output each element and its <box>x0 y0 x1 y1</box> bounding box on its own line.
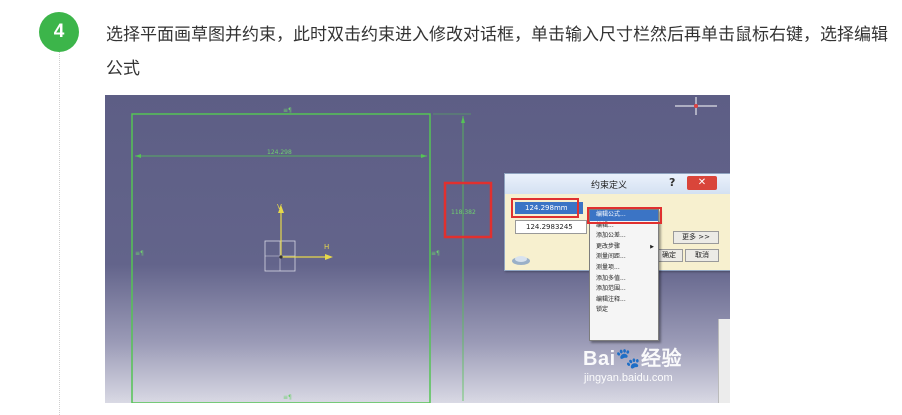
constraint-mark-right: ≡¶ <box>431 250 440 257</box>
close-button[interactable]: ✕ <box>687 176 717 190</box>
more-button[interactable]: 更多 >> <box>673 231 719 244</box>
watermark-logo: Bai🐾经验 <box>583 348 683 370</box>
menu-item-measure-item[interactable]: 测量项... <box>590 263 658 274</box>
menu-item-add-range[interactable]: 添加范围... <box>590 284 658 295</box>
help-button[interactable]: ? <box>669 176 675 189</box>
menu-item-measure-between[interactable]: 测量间距... <box>590 252 658 263</box>
baidu-watermark: Bai🐾经验 jingyan.baidu.com <box>583 342 682 384</box>
height-dim-arrow-top <box>461 116 465 123</box>
side-panel-edge <box>718 319 730 403</box>
preview-icon <box>512 256 530 265</box>
menu-item-edit-comment[interactable]: 编辑注释... <box>590 295 658 306</box>
step-guide-line <box>59 52 60 415</box>
width-dim-arrow-right <box>421 154 427 158</box>
menu-item-change-step[interactable]: 更改步骤 ▶ <box>590 242 658 253</box>
step-instruction-text: 选择平面画草图并约束，此时双击约束进入修改对话框，单击输入尺寸栏然后再单击鼠标右… <box>106 25 888 79</box>
watermark-url: jingyan.baidu.com <box>584 372 673 384</box>
constraint-mark-left: ≡¶ <box>135 250 144 257</box>
constraint-mark-bottom: ≡¶ <box>283 394 292 401</box>
menu-item-add-multi-value[interactable]: 添加多值... <box>590 274 658 285</box>
menu-item-add-tolerance[interactable]: 添加公差... <box>590 231 658 242</box>
h-axis-arrow <box>325 254 333 260</box>
context-menu: 编辑公式... 编辑... 添加公差... 更改步骤 ▶ 测量间距... 测量项.… <box>589 209 659 341</box>
constraint-mark-top: ≡¶ <box>283 107 292 114</box>
catia-screenshot: ≡¶ ≡¶ ≡¶ ≡¶ 124.298 118.382 V H 约束定义 ? ✕… <box>105 95 730 403</box>
submenu-arrow-icon: ▶ <box>650 243 654 250</box>
width-dimension-label[interactable]: 124.298 <box>267 149 292 156</box>
step-number-badge: 4 <box>39 12 79 52</box>
compass-dot <box>694 104 698 108</box>
menu-item-lock[interactable]: 锁定 <box>590 305 658 316</box>
edit-formula-highlight <box>587 207 662 224</box>
cancel-button[interactable]: 取消 <box>685 249 719 262</box>
menu-item-change-step-label: 更改步骤 <box>596 242 621 250</box>
dialog-titlebar[interactable]: 约束定义 ? ✕ <box>505 174 730 194</box>
h-axis-label: H <box>324 243 330 251</box>
origin-point <box>279 255 283 259</box>
height-dimension-label[interactable]: 118.382 <box>451 209 476 216</box>
dimension-secondary-value[interactable]: 124.2983245 <box>515 220 587 234</box>
v-axis-label: V <box>277 203 282 211</box>
width-dim-arrow-left <box>135 154 141 158</box>
input-field-highlight <box>511 198 579 218</box>
ok-button[interactable]: 确定 <box>655 249 683 262</box>
dialog-title: 约束定义 <box>591 181 628 191</box>
